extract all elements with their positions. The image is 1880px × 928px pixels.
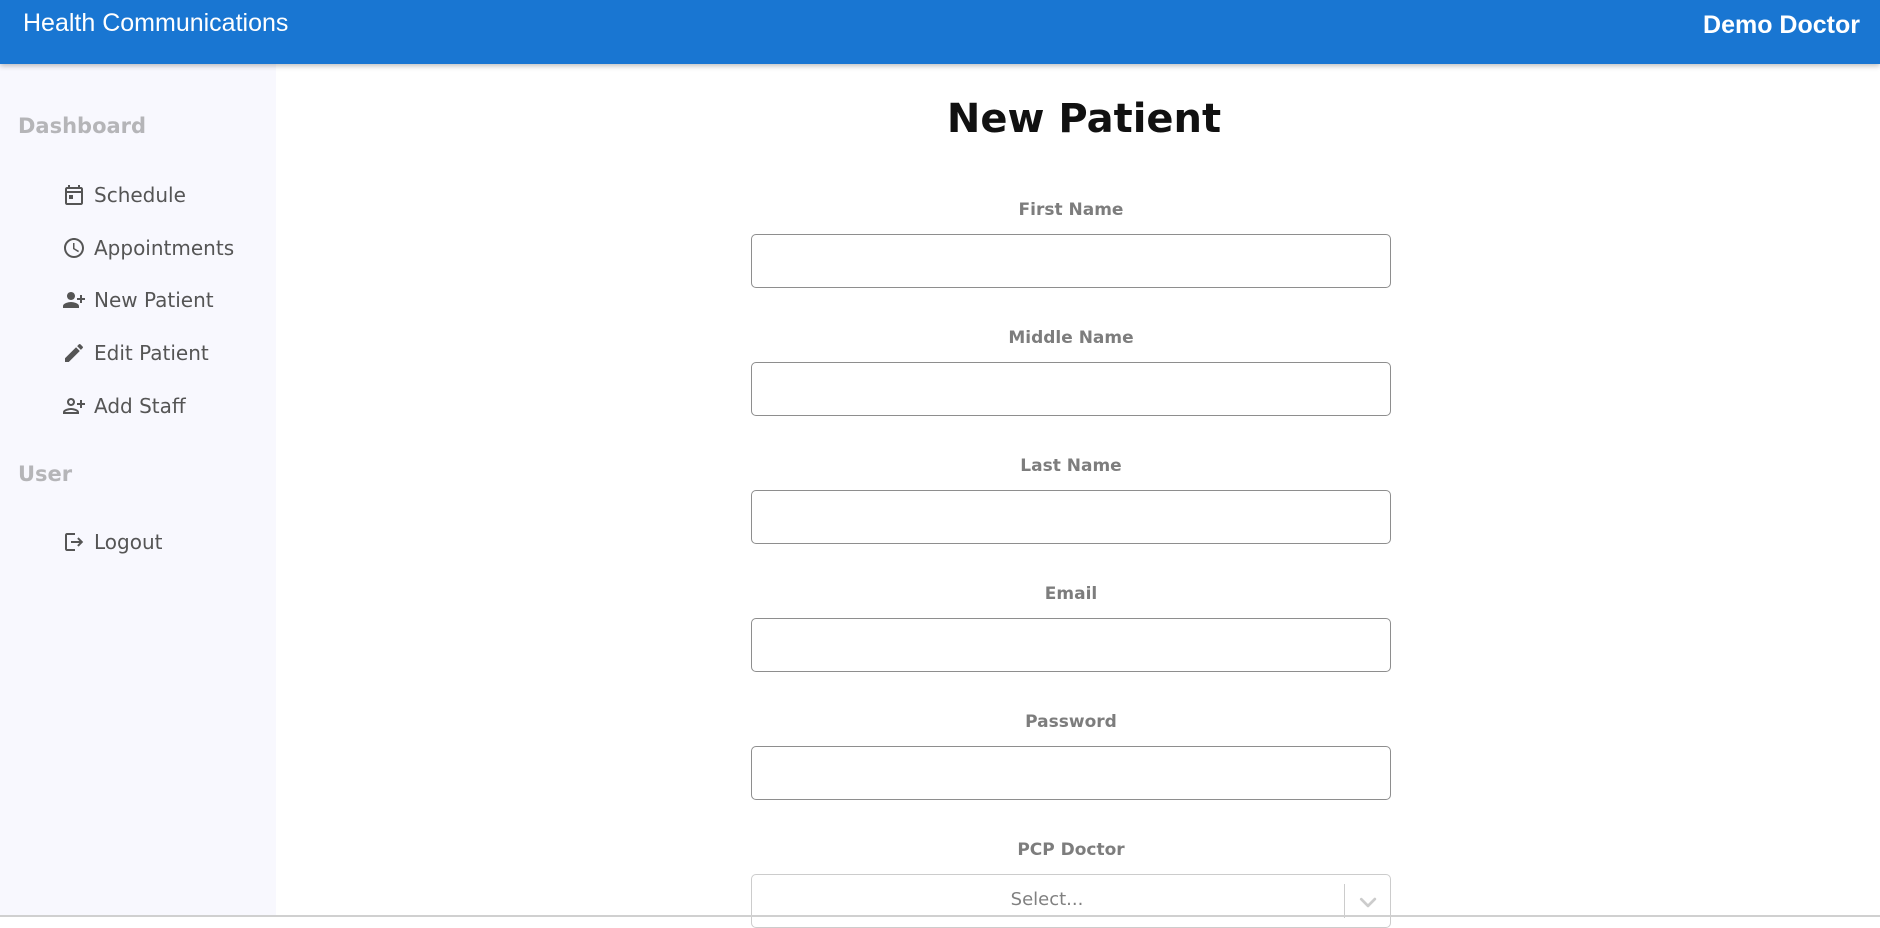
person-add-outline-icon	[62, 394, 86, 418]
sidebar-item-label: Edit Patient	[94, 341, 209, 365]
sidebar-section-dashboard: Dashboard	[18, 114, 147, 138]
sidebar-item-label: Add Staff	[94, 394, 186, 418]
middle-name-label: Middle Name	[1008, 328, 1134, 348]
pcp-doctor-select[interactable]: Select...	[751, 874, 1391, 928]
sidebar-item-label: Schedule	[94, 183, 186, 207]
pcp-doctor-label: PCP Doctor	[1017, 840, 1125, 860]
sidebar-item-label: Logout	[94, 530, 163, 554]
middle-name-input[interactable]	[751, 362, 1391, 416]
sidebar-item-appointments[interactable]: Appointments	[62, 231, 234, 265]
email-input[interactable]	[751, 618, 1391, 672]
main-content: New Patient First Name Middle Name Last …	[276, 64, 1880, 928]
first-name-label: First Name	[1018, 200, 1124, 220]
email-label: Email	[1044, 584, 1098, 604]
top-app-bar: Health Communications Demo Doctor	[0, 0, 1880, 64]
sidebar-item-label: Appointments	[94, 236, 235, 260]
clock-icon	[62, 236, 86, 260]
password-label: Password	[1025, 712, 1117, 732]
sidebar-section-user: User	[18, 462, 73, 486]
app-title: Health Communications	[23, 9, 289, 37]
current-user-name: Demo Doctor	[1703, 11, 1860, 39]
select-separator	[1344, 884, 1345, 918]
sidebar-item-new-patient[interactable]: New Patient	[62, 283, 214, 317]
first-name-input[interactable]	[751, 234, 1391, 288]
sidebar-item-logout[interactable]: Logout	[62, 525, 162, 559]
last-name-input[interactable]	[751, 490, 1391, 544]
last-name-label: Last Name	[1020, 456, 1122, 476]
chevron-down-icon[interactable]	[1354, 888, 1382, 916]
sidebar-item-edit-patient[interactable]: Edit Patient	[62, 336, 209, 370]
sidebar-item-label: New Patient	[94, 288, 214, 312]
person-add-icon	[62, 288, 86, 312]
password-input[interactable]	[751, 746, 1391, 800]
sidebar: Dashboard Schedule Appointments New Pati…	[0, 64, 276, 917]
sidebar-item-schedule[interactable]: Schedule	[62, 178, 186, 212]
calendar-icon	[62, 183, 86, 207]
pencil-icon	[62, 341, 86, 365]
page-title: New Patient	[946, 96, 1222, 142]
logout-icon	[62, 530, 86, 554]
sidebar-item-add-staff[interactable]: Add Staff	[62, 389, 186, 423]
pcp-doctor-select-value: Select...	[1010, 889, 1084, 910]
